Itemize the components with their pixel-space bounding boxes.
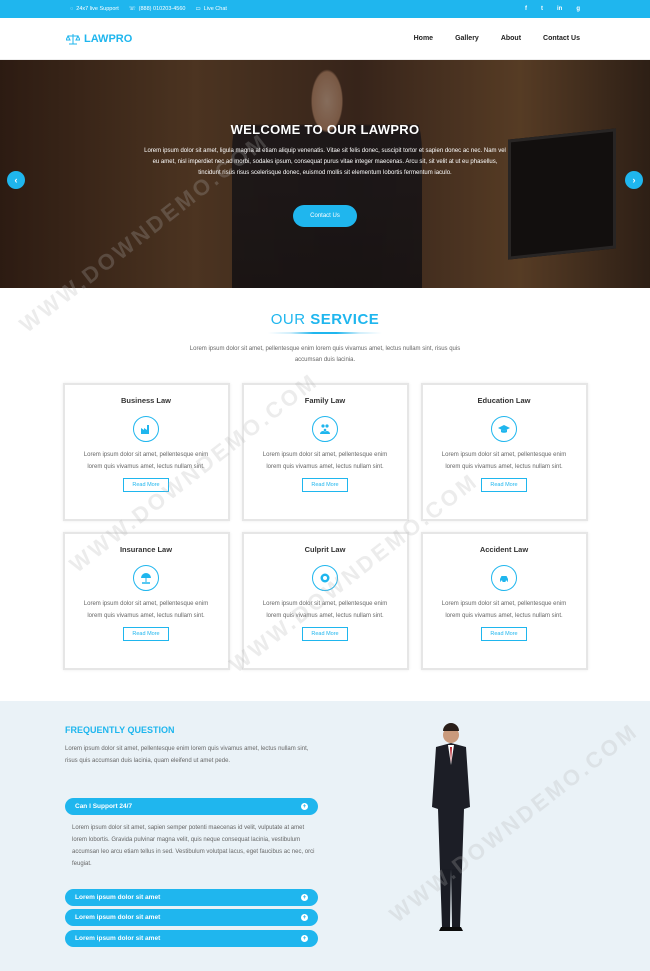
read-more-button[interactable]: Read More <box>123 627 169 641</box>
phone-label: (888) 010203-4560 <box>138 6 186 12</box>
handcuffs-icon <box>312 565 338 591</box>
read-more-button[interactable]: Read More <box>481 478 527 492</box>
read-more-button[interactable]: Read More <box>123 478 169 492</box>
service-title-light: OUR <box>270 311 306 328</box>
live-chat-label: Live Chat <box>203 6 227 12</box>
lawyer-photo <box>432 723 470 931</box>
service-title-bold: SERVICE <box>310 311 380 328</box>
card-text: Lorem ipsum dolor sit amet, pellentesque… <box>441 452 567 470</box>
facebook-icon[interactable]: f <box>525 6 527 12</box>
live-chat-item[interactable]: ▭ Live Chat <box>195 6 226 12</box>
family-icon <box>312 416 338 442</box>
accordion-question: Can I Support 24/7 <box>75 803 133 810</box>
nav-contact[interactable]: Contact Us <box>543 35 580 42</box>
card-text: Lorem ipsum dolor sit amet, pellentesque… <box>83 601 209 619</box>
service-card: Business Law Lorem ipsum dolor sit amet,… <box>62 383 230 521</box>
chat-bubble-icon: ◌ <box>70 6 74 12</box>
accordion-item[interactable]: Lorem ipsum dolor sit amet + <box>65 909 318 926</box>
support-label: 24x7 live Support <box>76 6 119 12</box>
phone-icon: ☏ <box>128 6 136 12</box>
service-card: Culprit Law Lorem ipsum dolor sit amet, … <box>241 532 409 670</box>
service-grid: Business Law Lorem ipsum dolor sit amet,… <box>62 383 588 670</box>
card-text: Lorem ipsum dolor sit amet, pellentesque… <box>441 601 567 619</box>
car-icon <box>491 565 517 591</box>
message-icon: ▭ <box>195 6 201 12</box>
faq-title: FREQUENTLY QUESTION <box>65 725 175 735</box>
nav-about[interactable]: About <box>501 35 521 42</box>
nav-gallery[interactable]: Gallery <box>455 35 479 42</box>
service-section: OUR SERVICE Lorem ipsum dolor sit amet, … <box>0 288 650 670</box>
accordion-open-item[interactable]: Can I Support 24/7 + <box>65 798 318 815</box>
google-plus-icon[interactable]: g <box>576 6 580 12</box>
service-card: Education Law Lorem ipsum dolor sit amet… <box>420 383 588 521</box>
plus-icon: + <box>301 803 308 810</box>
service-card: Family Law Lorem ipsum dolor sit amet, p… <box>241 383 409 521</box>
accordion-answer: Lorem ipsum dolor sit amet, sapien sempe… <box>72 825 315 867</box>
card-title: Family Law <box>304 396 346 405</box>
plus-icon: + <box>301 935 308 942</box>
card-text: Lorem ipsum dolor sit amet, pellentesque… <box>262 452 388 470</box>
read-more-button[interactable]: Read More <box>302 478 348 492</box>
top-bar: ◌ 24x7 live Support ☏ (888) 010203-4560 ▭ L… <box>0 0 650 18</box>
accordion-question: Lorem ipsum dolor sit amet <box>75 935 161 942</box>
nav-home[interactable]: Home <box>414 35 433 42</box>
contact-us-button[interactable]: Contact Us <box>293 205 357 227</box>
card-title: Insurance Law <box>119 545 173 554</box>
title-underline <box>268 332 382 334</box>
logo[interactable]: LAWPRO <box>66 33 132 45</box>
hero-title: WELCOME TO OUR LAWPRO <box>230 122 420 137</box>
linkedin-icon[interactable]: in <box>557 6 562 12</box>
phone-item[interactable]: ☏ (888) 010203-4560 <box>129 6 186 12</box>
card-title: Culprit Law <box>304 545 346 554</box>
slider-next-icon[interactable]: › <box>625 171 643 189</box>
accordion-item[interactable]: Lorem ipsum dolor sit amet + <box>65 930 318 947</box>
brand-name: LAWPRO <box>84 32 133 45</box>
support-item: ◌ 24x7 live Support <box>70 6 119 12</box>
plus-icon: + <box>301 894 308 901</box>
graduation-cap-icon <box>491 416 517 442</box>
card-title: Business Law <box>120 396 172 405</box>
read-more-button[interactable]: Read More <box>302 627 348 641</box>
scales-icon <box>66 33 80 44</box>
twitter-icon[interactable]: t <box>541 6 543 12</box>
read-more-button[interactable]: Read More <box>481 627 527 641</box>
service-intro: Lorem ipsum dolor sit amet, pellentesque… <box>189 346 461 363</box>
faq-intro: Lorem ipsum dolor sit amet, pellentesque… <box>65 746 309 764</box>
service-title: OUR SERVICE <box>0 311 650 328</box>
card-text: Lorem ipsum dolor sit amet, pellentesque… <box>83 452 209 470</box>
hero-slider: WELCOME TO OUR LAWPRO Lorem ipsum dolor … <box>0 60 650 288</box>
service-card: Accident Law Lorem ipsum dolor sit amet,… <box>420 532 588 670</box>
card-title: Accident Law <box>479 545 529 554</box>
plus-icon: + <box>301 914 308 921</box>
factory-icon <box>133 416 159 442</box>
accordion-question: Lorem ipsum dolor sit amet <box>75 894 161 901</box>
card-text: Lorem ipsum dolor sit amet, pellentesque… <box>262 601 388 619</box>
service-card: Insurance Law Lorem ipsum dolor sit amet… <box>62 532 230 670</box>
hero-text: Lorem ipsum dolor sit amet, ligula magna… <box>144 148 506 176</box>
accordion-question: Lorem ipsum dolor sit amet <box>75 914 161 921</box>
umbrella-hand-icon <box>133 565 159 591</box>
accordion-item[interactable]: Lorem ipsum dolor sit amet + <box>65 889 318 906</box>
faq-section: FREQUENTLY QUESTION Lorem ipsum dolor si… <box>0 701 650 971</box>
slider-prev-icon[interactable]: ‹ <box>7 171 25 189</box>
card-title: Education Law <box>477 396 531 405</box>
main-navbar: LAWPRO Home Gallery About Contact Us <box>0 18 650 60</box>
